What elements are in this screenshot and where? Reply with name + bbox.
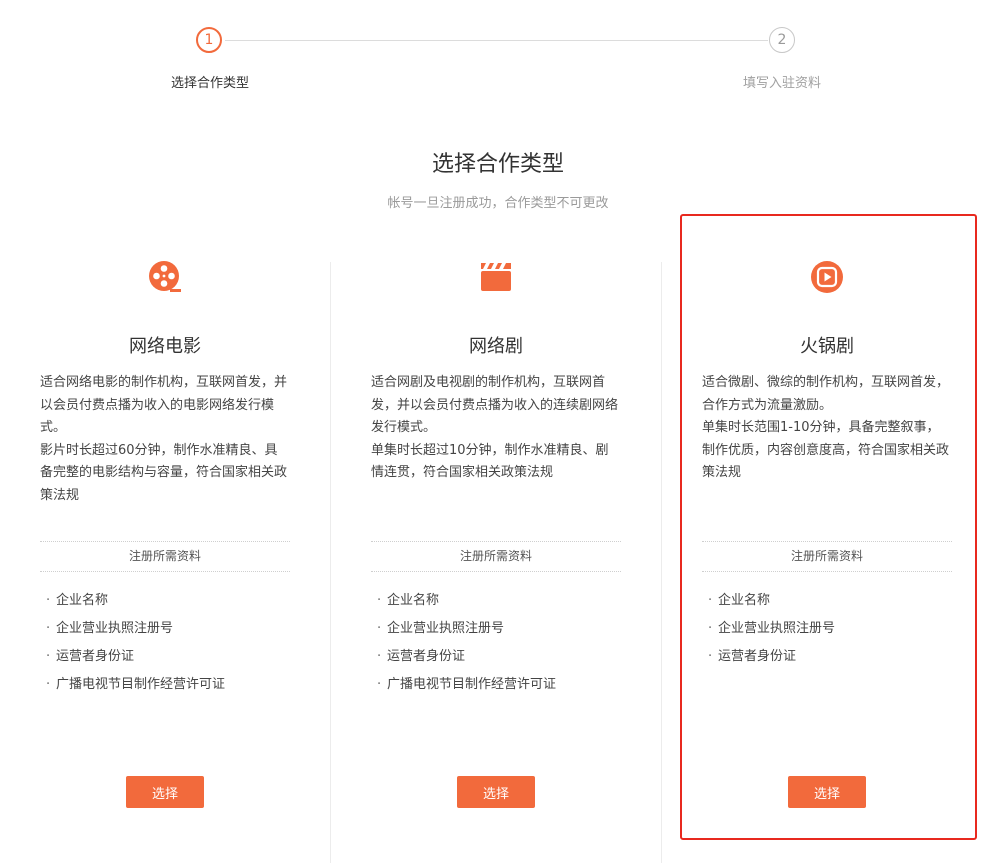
step-1-label: 选择合作类型 [170,76,249,91]
list-item: · 企业营业执照注册号 [377,618,621,646]
list-item: · 企业名称 [46,590,290,618]
select-web-series-button[interactable]: 选择 [457,776,535,808]
requirements-list: · 企业名称 · 企业营业执照注册号 · 运营者身份证 · 广播电视节目制作经营许可证 [46,590,290,702]
list-item-label: 广播电视节目制作经营许可证 [56,677,226,692]
column-divider-2 [661,262,662,863]
requirements-header: 注册所需资料 [40,541,290,572]
list-item-label: 企业名称 [387,593,440,608]
card-description-line: 适合网络电影的制作机构，互联网首发，并以会员付费点播为收入的电影网络发行模式。 [40,375,288,435]
bullet-icon: · [377,649,382,664]
requirements-list: · 企业名称 · 企业营业执照注册号 · 运营者身份证 · 广播电视节目制作经营许可证 [377,590,621,702]
stepper-connector-line [225,40,768,41]
card-description: 适合网剧及电视剧的制作机构，互联网首发，并以会员付费点播为收入的连续剧网络发行模… [371,372,621,485]
bullet-icon: · [46,621,51,636]
bullet-icon: · [46,649,51,664]
list-item: · 企业名称 [377,590,621,618]
bullet-icon: · [46,593,51,608]
requirements-header: 注册所需资料 [371,541,621,572]
card-title: 网络剧 [469,336,523,357]
list-item-label: 运营者身份证 [56,649,135,664]
list-item-label: 企业营业执照注册号 [56,621,174,636]
card-description-line: 影片时长超过60分钟，制作水准精良、具备完整的电影结构与容量，符合国家相关政策法… [40,442,288,503]
step-2-label: 填写入驻资料 [742,76,821,91]
highlight-frame [680,214,977,840]
bullet-icon: · [377,621,382,636]
step-1-indicator: 1 [196,27,222,53]
list-item-label: 广播电视节目制作经营许可证 [387,677,557,692]
card-web-movie: 网络电影 适合网络电影的制作机构，互联网首发，并以会员付费点播为收入的电影网络发… [40,260,290,840]
select-web-movie-button[interactable]: 选择 [126,776,204,808]
page-subtitle: 帐号一旦注册成功，合作类型不可更改 [387,196,609,211]
clapperboard-icon [371,260,621,294]
list-item-label: 企业营业执照注册号 [387,621,505,636]
card-description-line: 单集时长超过10分钟，制作水准精良、剧情连贯，符合国家相关政策法规 [371,442,609,481]
list-item: · 运营者身份证 [377,646,621,674]
step-2-indicator: 2 [769,27,795,53]
card-description: 适合网络电影的制作机构，互联网首发，并以会员付费点播为收入的电影网络发行模式。 … [40,372,290,507]
card-title: 网络电影 [129,336,201,357]
bullet-icon: · [377,677,382,692]
list-item: · 广播电视节目制作经营许可证 [377,674,621,702]
bullet-icon: · [46,677,51,692]
film-reel-icon [40,260,290,294]
list-item-label: 运营者身份证 [387,649,466,664]
list-item: · 运营者身份证 [46,646,290,674]
page: 1 2 选择合作类型 填写入驻资料 选择合作类型 帐号一旦注册成功，合作类型不可… [0,0,996,863]
list-item: · 企业营业执照注册号 [46,618,290,646]
page-title: 选择合作类型 [431,152,564,177]
list-item-label: 企业名称 [56,593,109,608]
bullet-icon: · [377,593,382,608]
list-item: · 广播电视节目制作经营许可证 [46,674,290,702]
column-divider-1 [330,262,331,863]
card-web-series: 网络剧 适合网剧及电视剧的制作机构，互联网首发，并以会员付费点播为收入的连续剧网… [371,260,621,840]
card-description-line: 适合网剧及电视剧的制作机构，互联网首发，并以会员付费点播为收入的连续剧网络发行模… [371,375,619,435]
